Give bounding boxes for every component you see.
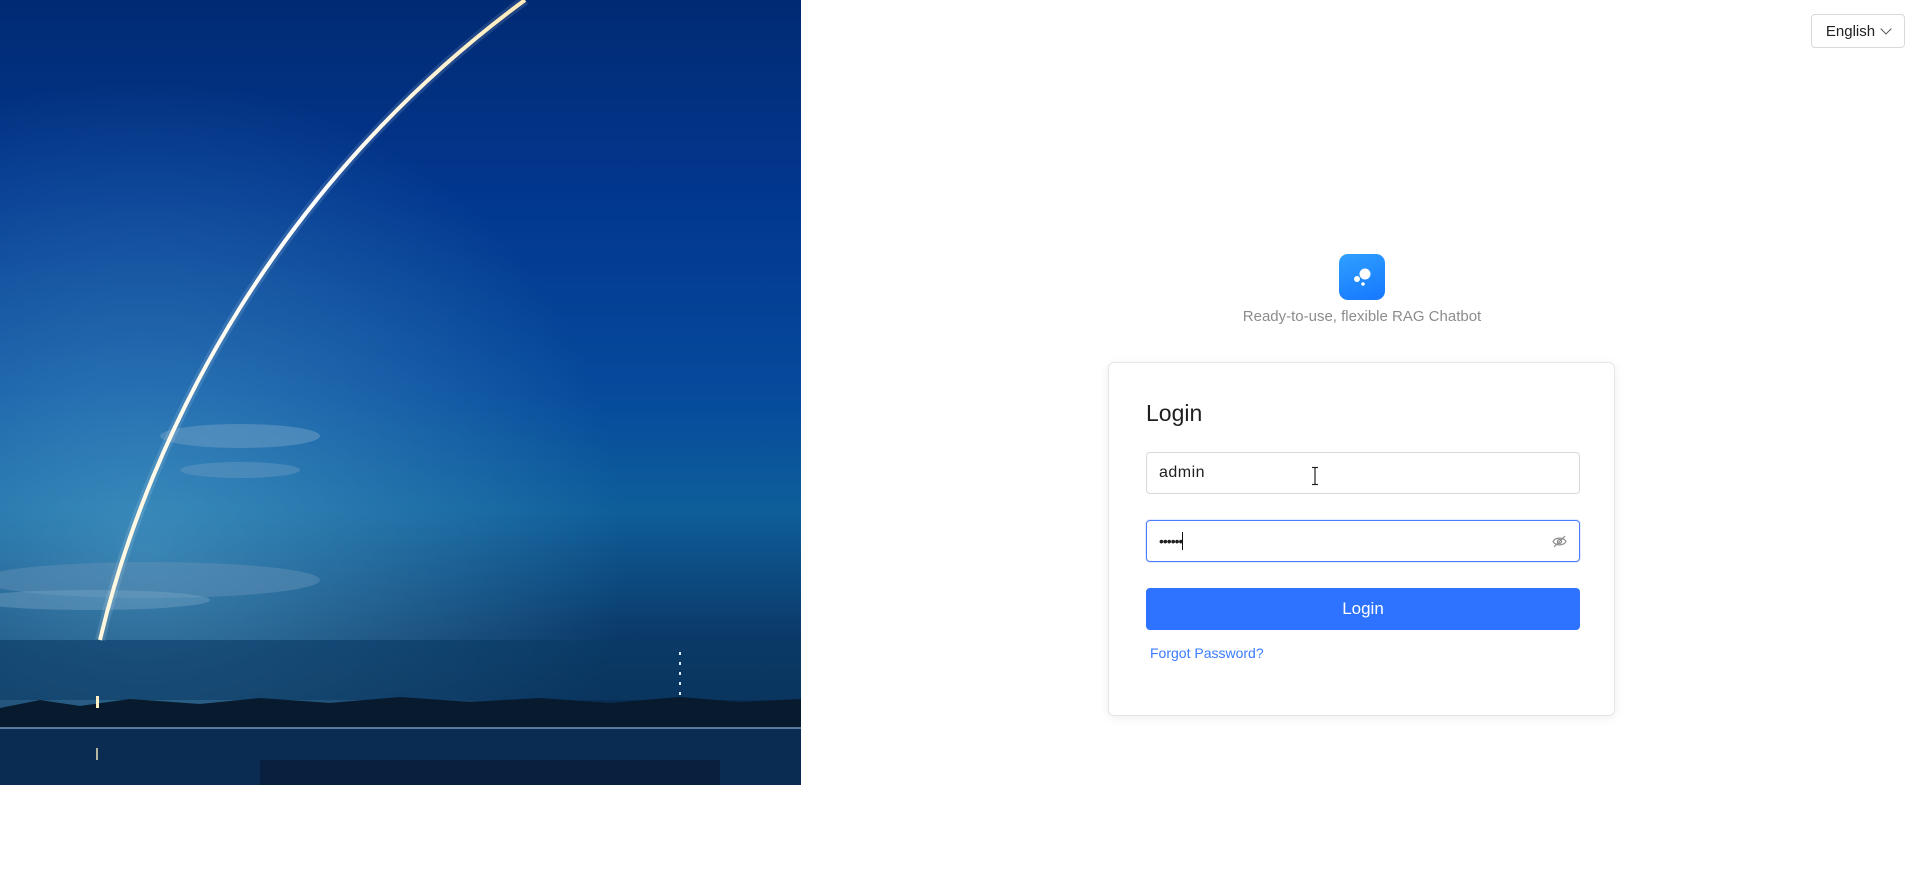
password-field[interactable]: •••••• — [1146, 520, 1580, 562]
login-page: English Ready-to-use, flexible RAG Chatb… — [0, 0, 1917, 888]
username-field[interactable] — [1146, 452, 1580, 494]
tagline: Ready-to-use, flexible RAG Chatbot — [1242, 308, 1482, 325]
chevron-down-icon — [1880, 23, 1892, 35]
login-button[interactable]: Login — [1146, 588, 1580, 630]
login-title: Login — [1146, 400, 1203, 426]
language-select[interactable]: English — [1811, 14, 1905, 48]
login-card: Login •••••• Login Forgot Password? — [1108, 362, 1615, 716]
forgot-password-link[interactable]: Forgot Password? — [1150, 645, 1264, 661]
text-caret — [1182, 532, 1184, 550]
username-input[interactable] — [1159, 464, 1567, 482]
chat-bubbles-icon — [1354, 268, 1371, 286]
password-value: •••••• — [1159, 533, 1183, 549]
language-select-value: English — [1825, 22, 1876, 40]
hero-image — [0, 0, 801, 785]
app-logo — [1339, 254, 1385, 300]
eye-slash-icon[interactable] — [1551, 533, 1567, 549]
